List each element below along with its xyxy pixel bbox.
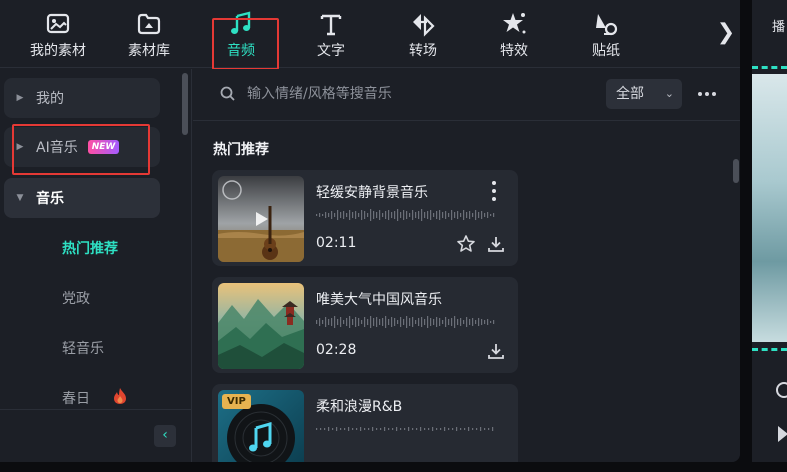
music-note-icon (231, 11, 251, 34)
tab-audio[interactable]: 音频 (201, 8, 281, 64)
top-toolbar: 我的素材 素材库 音频 文字 转场 特效 贴纸 ❯ (0, 0, 740, 68)
chevron-down-icon: ⌄ (664, 87, 674, 100)
more-vertical-icon[interactable] (488, 180, 500, 202)
search-icon (220, 86, 235, 101)
sidebar-item-label: 音乐 (36, 191, 64, 207)
preview-frame-border (752, 348, 787, 351)
sidebar-item-music[interactable]: ▼ 音乐 (4, 178, 160, 218)
search-input[interactable] (247, 81, 577, 107)
sidebar-item-label: 春日 (62, 391, 90, 407)
caret-down-icon: ▼ (16, 193, 24, 203)
sidebar-subitem-light-music[interactable]: 轻音乐 (62, 338, 104, 358)
preview-frame-border (752, 66, 787, 69)
music-panel: 全部 ⌄ 热门推荐 (193, 69, 740, 462)
tab-text[interactable]: 文字 (291, 8, 371, 64)
caret-right-icon: ▶ (16, 142, 24, 152)
guitar-field-image (218, 176, 304, 262)
tab-library-label: 素材库 (128, 43, 170, 59)
music-duration: 02:28 (316, 342, 357, 358)
sticker-icon (596, 14, 618, 36)
music-thumbnail[interactable]: VIP (218, 390, 304, 462)
tab-effects-label: 特效 (500, 43, 528, 59)
music-title: 轻缓安静背景音乐 (316, 185, 428, 201)
collapse-sidebar-button[interactable]: ‹ (154, 425, 176, 447)
sidebar-subitem-spring[interactable]: 春日 (62, 388, 126, 408)
sidebar-item-ai-music[interactable]: ▶ AI音乐 NEW (4, 127, 160, 167)
panel-divider (740, 0, 752, 472)
preview-panel: 播 (752, 0, 787, 462)
search-bar: 全部 ⌄ (193, 69, 740, 121)
download-icon[interactable] (486, 341, 506, 361)
music-thumbnail[interactable] (218, 283, 304, 369)
category-sidebar: ▶ 我的 ▶ AI音乐 NEW ▼ 音乐 热门推荐 党政 轻音乐 春日 ‹ (0, 69, 192, 462)
sidebar-item-label: AI音乐 (36, 140, 78, 156)
more-options-button[interactable] (693, 79, 721, 109)
app-window: 我的素材 素材库 音频 文字 转场 特效 贴纸 ❯ ▶ 我的 ▶ AI音乐 NE… (0, 0, 740, 462)
tab-my-assets-label: 我的素材 (30, 43, 86, 59)
tab-library[interactable]: 素材库 (109, 8, 189, 64)
download-icon[interactable] (486, 234, 506, 254)
library-icon (137, 13, 161, 35)
music-card[interactable]: 唯美大气中国风音乐 02:28 (212, 277, 518, 373)
sidebar-subitem-party[interactable]: 党政 (62, 288, 90, 308)
chinese-landscape-image (218, 283, 304, 369)
tab-audio-label: 音频 (227, 43, 255, 59)
more-dots-icon (698, 92, 716, 96)
vip-badge: VIP (222, 394, 251, 409)
tab-transition[interactable]: 转场 (383, 8, 463, 64)
filter-dropdown[interactable]: 全部 ⌄ (606, 79, 682, 109)
music-card[interactable]: 轻缓安静背景音乐 02:11 (212, 170, 518, 266)
sidebar-item-mine[interactable]: ▶ 我的 (4, 78, 160, 118)
waveform-icon (316, 209, 495, 221)
tab-sticker-label: 贴纸 (592, 43, 620, 59)
preview-video-frame[interactable] (752, 74, 787, 342)
music-duration: 02:11 (316, 235, 357, 251)
chevron-right-icon[interactable]: ❯ (716, 20, 736, 46)
new-badge: NEW (87, 140, 120, 154)
preview-tab-label[interactable]: 播 (772, 16, 785, 35)
playhead-icon[interactable] (776, 382, 787, 398)
sidebar-subitem-hot[interactable]: 热门推荐 (62, 238, 118, 258)
star-icon[interactable] (456, 234, 476, 254)
waveform-icon (316, 316, 495, 328)
tab-my-assets[interactable]: 我的素材 (18, 8, 98, 64)
main-scrollbar[interactable] (733, 159, 739, 183)
fire-icon (114, 388, 126, 404)
tab-text-label: 文字 (317, 43, 345, 59)
filter-dropdown-value: 全部 (616, 86, 644, 102)
music-title: 柔和浪漫R&B (316, 399, 403, 415)
music-thumbnail[interactable] (218, 176, 304, 262)
play-icon[interactable] (778, 426, 787, 442)
music-card[interactable]: VIP 柔和浪漫R&B (212, 384, 518, 462)
my-assets-icon (46, 13, 70, 34)
sidebar-scrollbar[interactable] (182, 73, 188, 135)
transition-icon (413, 14, 435, 37)
tab-sticker[interactable]: 贴纸 (566, 8, 646, 64)
music-title: 唯美大气中国风音乐 (316, 292, 442, 308)
caret-right-icon: ▶ (16, 93, 24, 103)
section-title: 热门推荐 (213, 142, 269, 158)
waveform-icon (316, 427, 494, 431)
sidebar-item-label: 我的 (36, 91, 64, 107)
tab-transition-label: 转场 (409, 43, 437, 59)
effects-icon (503, 13, 526, 34)
tab-effects[interactable]: 特效 (474, 8, 554, 64)
text-icon (320, 14, 342, 36)
